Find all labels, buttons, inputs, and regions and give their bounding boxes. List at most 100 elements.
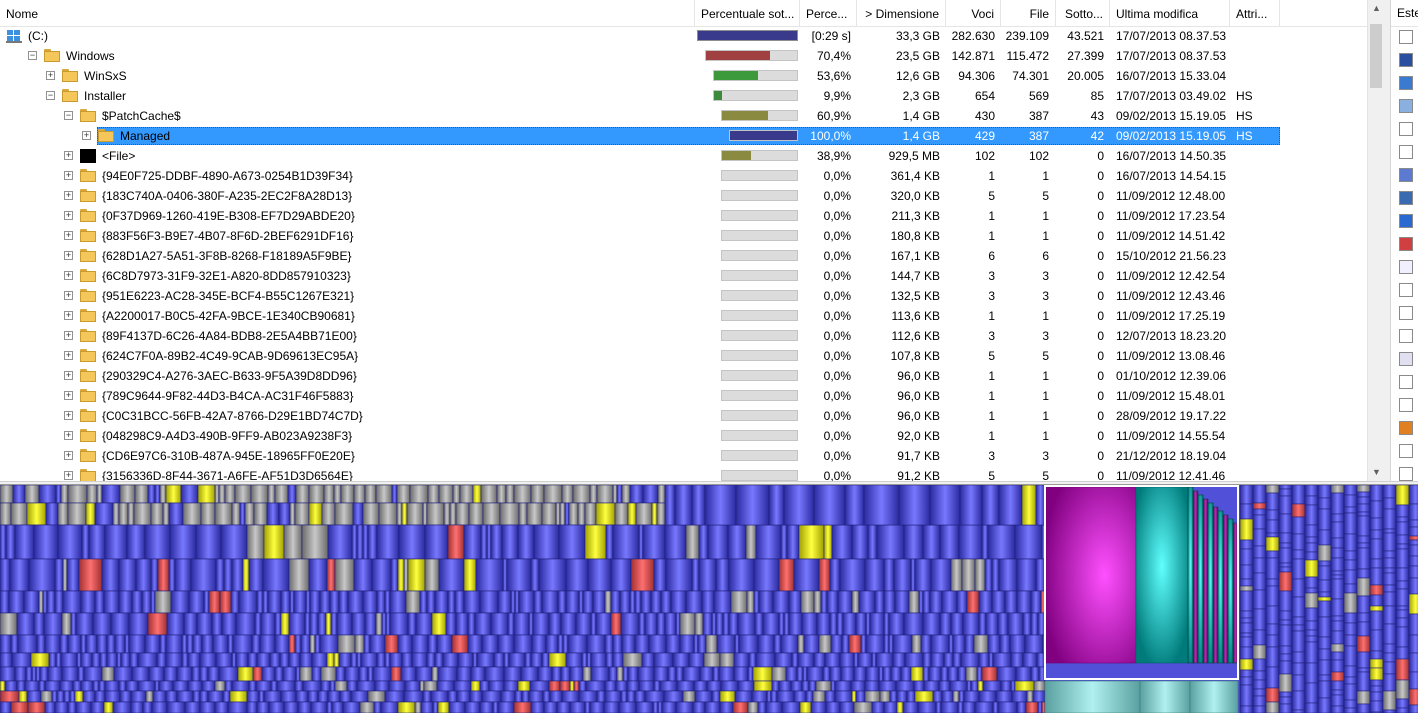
treemap-block[interactable] (1252, 572, 1267, 591)
treemap-block[interactable] (1278, 547, 1293, 564)
treemap-block[interactable] (453, 680, 472, 692)
treemap-block[interactable] (551, 666, 562, 682)
treemap-block[interactable] (10, 634, 19, 654)
treemap-block[interactable] (192, 690, 201, 703)
treemap-block[interactable] (14, 666, 27, 682)
treemap-block[interactable] (0, 590, 10, 614)
treemap-block[interactable] (455, 502, 470, 526)
treemap-block[interactable] (131, 666, 150, 682)
treemap-block[interactable] (183, 612, 198, 636)
treemap-block[interactable] (1382, 605, 1397, 625)
treemap-block[interactable] (1030, 666, 1040, 682)
treemap-block[interactable] (130, 690, 147, 703)
treemap-block[interactable] (18, 690, 28, 703)
treemap-block[interactable] (922, 524, 941, 560)
collapse-icon[interactable]: − (46, 91, 55, 100)
treemap-block[interactable] (830, 634, 843, 654)
treemap-block[interactable] (778, 680, 792, 692)
treemap-block[interactable] (447, 524, 465, 560)
treemap-block[interactable] (310, 701, 328, 713)
expand-icon[interactable]: + (64, 451, 73, 460)
treemap-block[interactable] (242, 558, 250, 592)
treemap-block[interactable] (350, 652, 358, 668)
treemap-block[interactable] (157, 558, 170, 592)
treemap-block[interactable] (581, 652, 588, 668)
treemap-block[interactable] (282, 666, 297, 682)
treemap-block[interactable] (595, 502, 616, 526)
treemap-block[interactable] (67, 485, 88, 504)
treemap-block[interactable] (376, 652, 386, 668)
treemap-block[interactable] (883, 701, 898, 713)
treemap-block[interactable] (1369, 500, 1384, 519)
treemap-block[interactable] (704, 701, 721, 713)
treemap-block[interactable] (1330, 615, 1345, 622)
treemap-block[interactable] (707, 524, 729, 560)
treemap-block[interactable] (1395, 626, 1410, 648)
col-attributes[interactable]: Attri... (1230, 0, 1280, 26)
treemap-block[interactable] (1304, 576, 1319, 589)
treemap-block[interactable] (351, 612, 366, 636)
treemap-block[interactable] (59, 634, 69, 654)
treemap-block[interactable] (128, 634, 146, 654)
treemap-block[interactable] (1330, 620, 1345, 632)
treemap-block[interactable] (962, 701, 976, 713)
treemap-block[interactable] (974, 558, 986, 592)
treemap-block[interactable] (457, 652, 474, 668)
treemap-block[interactable] (922, 666, 930, 682)
treemap-block[interactable] (1304, 551, 1319, 561)
expand-icon[interactable]: + (82, 131, 91, 140)
treemap-block[interactable] (896, 690, 908, 703)
treemap-block[interactable] (1239, 585, 1254, 592)
treemap-block[interactable] (1317, 565, 1332, 581)
treemap-block[interactable] (1239, 610, 1254, 619)
treemap-block[interactable] (227, 701, 248, 713)
treemap-block[interactable] (448, 701, 466, 713)
treemap-block[interactable] (152, 690, 167, 703)
treemap-block[interactable] (128, 612, 149, 636)
treemap-block[interactable] (635, 701, 654, 713)
treemap-block[interactable] (653, 558, 667, 592)
treemap-block[interactable] (1369, 650, 1384, 660)
treemap-block[interactable] (949, 680, 968, 692)
treemap-block[interactable] (734, 634, 740, 654)
treemap-block[interactable] (196, 612, 213, 636)
treemap-block[interactable] (1356, 496, 1371, 505)
treemap-block[interactable] (578, 690, 598, 703)
treemap-block[interactable] (853, 701, 873, 713)
treemap-block[interactable] (214, 680, 226, 692)
treemap-block[interactable] (1021, 485, 1037, 526)
extension-row[interactable] (1391, 283, 1418, 303)
treemap-block[interactable] (125, 680, 139, 692)
treemap-block[interactable] (1408, 652, 1418, 673)
treemap-block[interactable] (388, 680, 406, 692)
treemap-block[interactable] (966, 590, 980, 614)
treemap-block[interactable] (582, 590, 594, 614)
treemap-block[interactable] (586, 634, 606, 654)
treemap-block[interactable] (1395, 516, 1410, 523)
treemap-block[interactable] (839, 701, 855, 713)
treemap-block[interactable] (727, 524, 747, 560)
treemap-block[interactable] (54, 701, 69, 713)
treemap-block[interactable] (752, 666, 773, 682)
treemap-block[interactable] (101, 558, 120, 592)
treemap-block[interactable] (201, 680, 216, 692)
treemap-block[interactable] (403, 690, 424, 703)
treemap-block[interactable] (80, 634, 87, 654)
treemap-block[interactable] (482, 502, 501, 526)
treemap-block[interactable] (797, 634, 805, 654)
treemap-block[interactable] (1278, 703, 1293, 713)
treemap-canvas[interactable] (0, 485, 1418, 713)
treemap-block[interactable] (865, 634, 885, 654)
treemap-block[interactable] (1197, 494, 1204, 664)
treemap-block[interactable] (56, 690, 65, 703)
treemap-block[interactable] (776, 690, 795, 703)
extension-row[interactable] (1391, 53, 1418, 73)
treemap-block[interactable] (1239, 669, 1254, 678)
treemap-block[interactable] (1395, 534, 1410, 545)
treemap-block[interactable] (1395, 588, 1410, 607)
treemap-block[interactable] (863, 485, 900, 526)
treemap-block[interactable] (1356, 491, 1371, 498)
treemap-block[interactable] (1343, 707, 1358, 713)
treemap-block[interactable] (1278, 562, 1293, 568)
treemap-block[interactable] (151, 701, 168, 713)
